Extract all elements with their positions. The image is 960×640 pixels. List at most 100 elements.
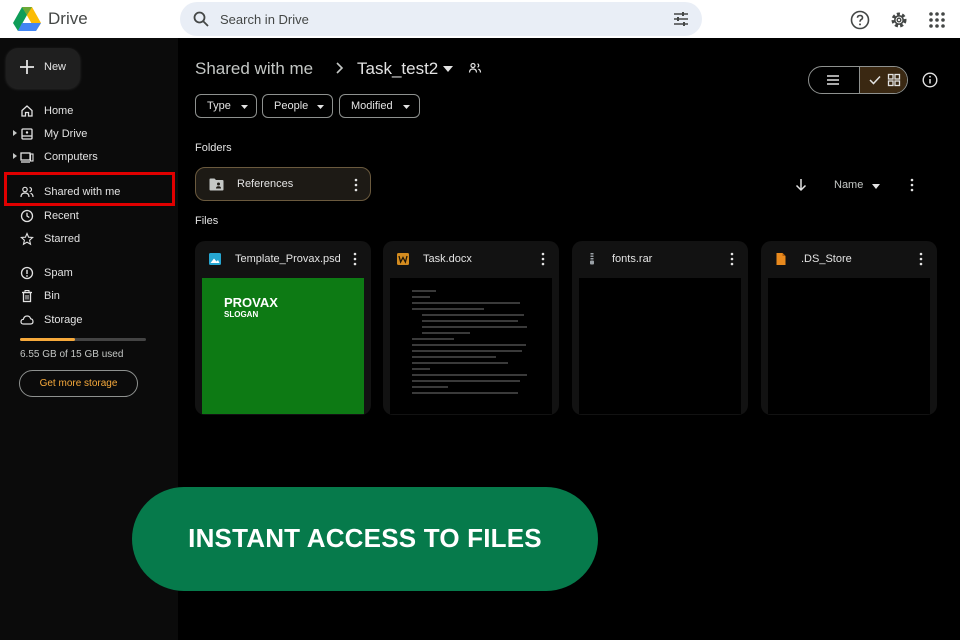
file-thumbnail	[768, 278, 930, 414]
apps-grid-icon[interactable]	[927, 10, 947, 30]
sidebar-item-label: Computers	[44, 151, 98, 163]
more-options-icon[interactable]	[353, 252, 357, 266]
breadcrumb-current[interactable]: Task_test2	[357, 59, 438, 79]
file-card[interactable]: Task.docx	[383, 241, 559, 415]
check-icon	[869, 75, 881, 85]
storage-progress-bar	[20, 338, 146, 341]
top-bar: Drive	[0, 0, 960, 38]
sidebar-item-storage[interactable]: Storage	[0, 309, 178, 331]
sidebar-item-label: Spam	[44, 267, 73, 279]
promo-banner: INSTANT ACCESS TO FILES	[132, 487, 598, 591]
breadcrumb-root[interactable]: Shared with me	[195, 59, 313, 79]
grid-icon	[887, 73, 901, 87]
sidebar-item-spam[interactable]: Spam	[0, 262, 178, 284]
sort-by-name-button[interactable]: Name	[834, 179, 863, 191]
file-card[interactable]: fonts.rar	[572, 241, 748, 415]
more-options-icon[interactable]	[730, 252, 734, 266]
people-icon[interactable]	[468, 61, 482, 75]
sidebar-item-recent[interactable]: Recent	[0, 205, 178, 227]
file-name: fonts.rar	[612, 253, 653, 265]
sidebar-item-label: Recent	[44, 210, 79, 222]
file-card[interactable]: Template_Provax.psd PROVAX SLOGAN	[195, 241, 371, 415]
chevron-right-icon	[336, 62, 344, 74]
sidebar-item-bin[interactable]: Bin	[0, 285, 178, 307]
search-icon[interactable]	[192, 10, 210, 28]
app-title[interactable]: Drive	[48, 9, 88, 29]
filter-chip-people[interactable]: People	[262, 94, 333, 118]
storage-usage-text: 6.55 GB of 15 GB used	[20, 349, 124, 360]
filter-chip-label: Modified	[351, 100, 393, 112]
list-view-button[interactable]	[809, 67, 859, 93]
word-document-icon	[397, 253, 409, 265]
view-toggle	[808, 66, 908, 94]
file-name: Template_Provax.psd	[235, 253, 341, 265]
filter-chip-label: Type	[207, 100, 231, 112]
files-heading: Files	[195, 215, 219, 227]
cloud-icon	[20, 315, 34, 325]
caret-down-icon[interactable]	[443, 66, 453, 72]
caret-down-icon	[241, 105, 248, 109]
more-options-icon[interactable]	[910, 178, 914, 192]
caret-down-icon	[317, 105, 324, 109]
filter-chip-label: People	[274, 100, 309, 112]
get-more-storage-button[interactable]: Get more storage	[19, 370, 138, 397]
sort-direction-icon[interactable]	[794, 178, 808, 192]
grid-view-button[interactable]	[859, 67, 907, 93]
home-icon	[21, 105, 33, 117]
sidebar-item-label: My Drive	[44, 128, 88, 140]
folders-heading: Folders	[195, 142, 232, 154]
more-options-icon[interactable]	[919, 252, 923, 266]
drive-logo-icon[interactable]	[13, 6, 41, 32]
highlight-box	[4, 172, 175, 206]
caret-down-icon[interactable]	[872, 184, 880, 189]
sidebar-item-home[interactable]: Home	[0, 100, 178, 122]
file-name: Task.docx	[423, 253, 472, 265]
bin-icon	[22, 290, 32, 303]
expand-arrow-icon[interactable]	[12, 128, 18, 138]
search-options-icon[interactable]	[672, 10, 690, 28]
sidebar-item-label: Bin	[44, 290, 60, 302]
help-icon[interactable]	[850, 10, 870, 30]
star-icon	[20, 232, 34, 246]
computers-icon	[20, 152, 34, 163]
generic-file-icon	[776, 253, 786, 265]
file-name: .DS_Store	[801, 253, 852, 265]
file-thumbnail: PROVAX SLOGAN	[202, 278, 364, 414]
filter-chip-modified[interactable]: Modified	[339, 94, 420, 118]
folder-name: References	[237, 178, 294, 190]
plus-icon	[20, 60, 34, 74]
info-icon[interactable]	[922, 72, 938, 88]
image-file-icon	[209, 253, 221, 265]
new-button-label: New	[44, 61, 67, 73]
folder-card[interactable]: References	[195, 167, 371, 201]
file-card[interactable]: .DS_Store	[761, 241, 937, 415]
file-thumbnail	[390, 278, 552, 414]
storage-progress-fill	[20, 338, 76, 341]
archive-file-icon	[590, 253, 594, 265]
shared-folder-icon	[209, 178, 224, 191]
promo-banner-text: INSTANT ACCESS TO FILES	[188, 523, 542, 553]
sidebar-item-starred[interactable]: Starred	[0, 228, 178, 250]
filter-chip-type[interactable]: Type	[195, 94, 257, 118]
clock-icon	[20, 209, 34, 223]
more-options-icon[interactable]	[354, 178, 358, 192]
spam-icon	[20, 266, 34, 280]
new-button[interactable]: New	[6, 48, 80, 88]
document-preview	[412, 290, 532, 398]
sidebar-item-label: Starred	[44, 233, 81, 245]
search-bar[interactable]	[180, 2, 702, 36]
sidebar-item-computers[interactable]: Computers	[0, 146, 178, 168]
sidebar-item-label: Storage	[44, 314, 83, 326]
more-options-icon[interactable]	[541, 252, 545, 266]
thumbnail-brand-text: PROVAX	[224, 295, 278, 310]
my-drive-icon	[21, 128, 33, 140]
thumbnail-slogan-text: SLOGAN	[224, 310, 259, 319]
file-thumbnail	[579, 278, 741, 414]
settings-icon[interactable]	[889, 10, 909, 30]
caret-down-icon	[403, 105, 410, 109]
sidebar-item-label: Home	[44, 105, 74, 117]
list-icon	[827, 75, 839, 85]
search-input[interactable]	[220, 2, 660, 36]
sidebar-item-my-drive[interactable]: My Drive	[0, 123, 178, 145]
expand-arrow-icon[interactable]	[12, 151, 18, 161]
